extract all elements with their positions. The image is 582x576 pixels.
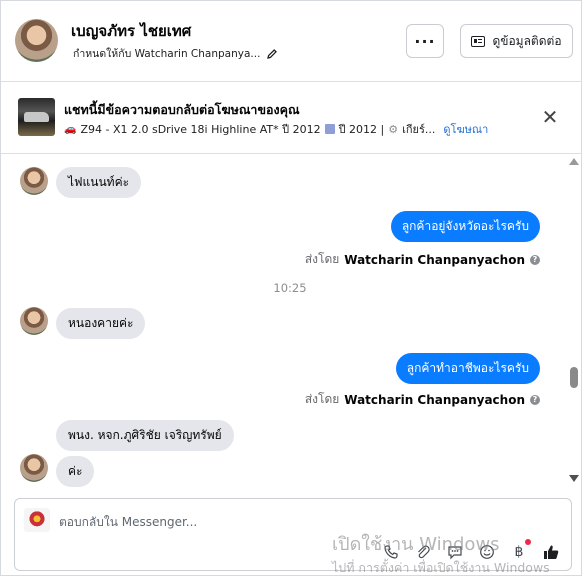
thread-scrollbar[interactable] [567, 154, 581, 489]
sender-avatar[interactable] [20, 167, 48, 195]
close-icon[interactable]: ✕ [540, 107, 560, 128]
reply-composer: ตอบกลับใน Messenger... ฿ [14, 498, 572, 571]
ad-detail-line: 🚗 Z94 - X1 2.0 sDrive 18i Highline AT* ป… [64, 120, 488, 138]
assigned-to-line[interactable]: กำหนดให้กับ Watcharin Chanpanya... [73, 45, 278, 62]
ad-reply-banner: แชทนี้มีข้อความตอบกลับต่อโฆษณาของคุณ 🚗 Z… [1, 82, 582, 154]
view-contact-info-label: ดูข้อมูลติดต่อ [492, 33, 562, 48]
incoming-message[interactable]: ไฟแนนท์ค่ะ [56, 167, 142, 198]
outgoing-message[interactable]: ลูกค้าทำอาชีพอะไรครับ [395, 353, 540, 384]
page-avatar [24, 508, 50, 532]
incoming-message[interactable]: หนองคายค่ะ [56, 308, 146, 339]
outgoing-message[interactable]: ลูกค้าอยู่จังหวัดอะไรครับ [390, 211, 540, 242]
ad-thumbnail[interactable] [18, 98, 55, 136]
incoming-message[interactable]: ค่ะ [56, 456, 95, 487]
contact-name[interactable]: เบญจภัทร ไชยเทศ [71, 19, 191, 43]
messenger-chat-panel: เบญจภัทร ไชยเทศ กำหนดให้กับ Watcharin Ch… [0, 0, 582, 576]
view-ad-link[interactable]: ดูโฆษณา [443, 120, 488, 138]
view-contact-info-button[interactable]: ดูข้อมูลติดต่อ [460, 24, 573, 58]
ad-detail-gear: เกียร์... [402, 123, 436, 136]
contact-avatar[interactable] [15, 19, 58, 62]
sender-avatar[interactable] [20, 454, 48, 482]
calendar-icon [324, 124, 335, 134]
gear-icon: ⚙ [388, 122, 399, 136]
ad-detail-model: Z94 - X1 2.0 sDrive 18i Highline AT* ปี … [80, 123, 321, 136]
info-icon[interactable]: ? [530, 394, 540, 405]
composer-toolbar: ฿ [381, 539, 561, 563]
info-icon[interactable]: ? [530, 254, 540, 265]
sent-by-name: Watcharin Chanpanyachon [344, 392, 525, 407]
sender-avatar[interactable] [20, 307, 48, 335]
chat-header: เบญจภัทร ไชยเทศ กำหนดให้กับ Watcharin Ch… [1, 1, 582, 82]
attach-icon[interactable] [413, 542, 433, 562]
message-timestamp: 10:25 [273, 281, 307, 295]
assigned-to-text: กำหนดให้กับ Watcharin Chanpanya... [73, 48, 261, 60]
car-icon: 🚗 [64, 123, 77, 135]
scroll-up-arrow-icon[interactable] [569, 158, 579, 165]
sent-by-name: Watcharin Chanpanyachon [344, 252, 525, 267]
contact-card-icon [471, 35, 486, 47]
emoji-icon[interactable] [477, 542, 497, 562]
ad-detail-year: ปี 2012 | [338, 123, 385, 136]
ad-banner-title: แชทนี้มีข้อความตอบกลับต่อโฆษณาของคุณ [64, 102, 300, 117]
message-thread[interactable]: ไฟแนนท์ค่ะ ลูกค้าอยู่จังหวัดอะไรครับ ส่ง… [1, 154, 567, 489]
incoming-message[interactable]: พนง. หจก.ภูศิริชัย เจริญทรัพย์ [56, 420, 234, 451]
notification-dot [525, 539, 531, 545]
sent-by-prefix: ส่งโดย [304, 392, 340, 406]
more-options-button[interactable]: ··· [406, 24, 444, 58]
pencil-icon[interactable] [266, 48, 278, 60]
saved-reply-icon[interactable] [445, 542, 465, 562]
scroll-thumb[interactable] [570, 367, 578, 388]
phone-icon[interactable] [381, 542, 401, 562]
sent-by-prefix: ส่งโดย [304, 252, 340, 266]
sent-by-line: ส่งโดย Watcharin Chanpanyachon ? [305, 390, 540, 409]
more-icon: ··· [414, 31, 436, 51]
like-icon[interactable] [541, 542, 561, 562]
sent-by-line: ส่งโดย Watcharin Chanpanyachon ? [305, 250, 540, 269]
scroll-down-arrow-icon[interactable] [569, 475, 579, 482]
reply-input[interactable]: ตอบกลับใน Messenger... [59, 513, 197, 532]
baht-icon[interactable]: ฿ [509, 539, 531, 562]
